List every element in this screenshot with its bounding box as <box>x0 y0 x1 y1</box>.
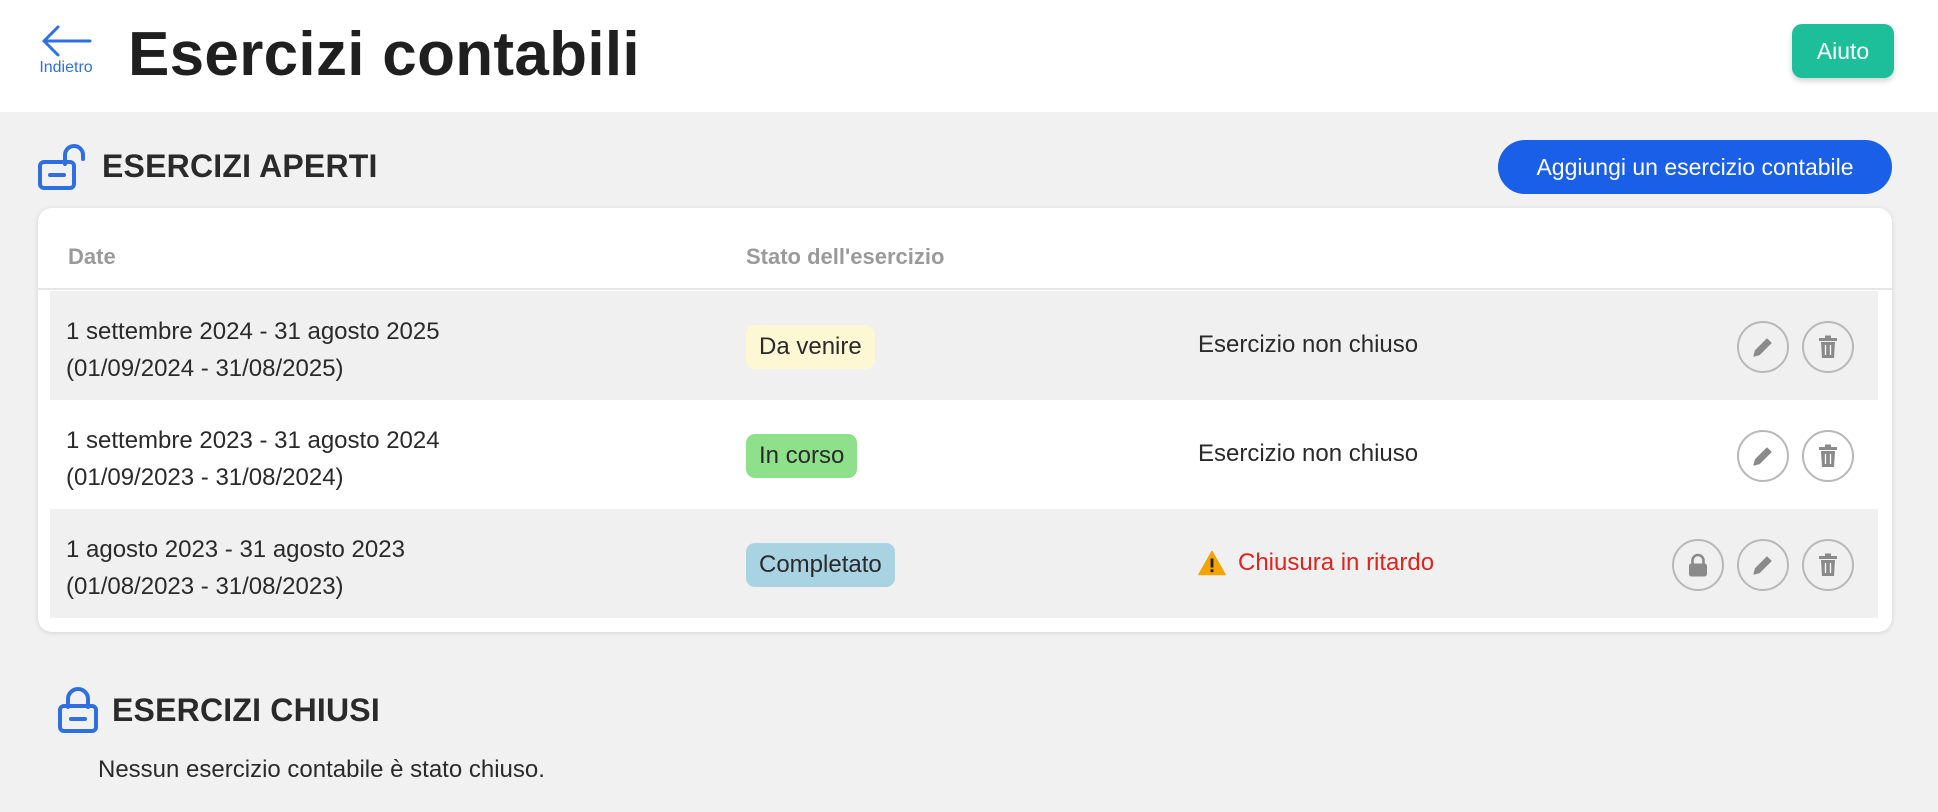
open-section-header: ESERCIZI APERTI <box>38 140 378 192</box>
row-date-short: (01/09/2024 - 31/08/2025) <box>66 355 344 382</box>
help-button[interactable]: Aiuto <box>1792 24 1894 78</box>
page-title: Esercizi contabili <box>128 20 640 89</box>
closing-status: Esercizio non chiuso <box>1198 331 1419 358</box>
lock-icon <box>1689 553 1707 577</box>
top-bar: Indietro Esercizi contabili Aiuto <box>0 0 1938 112</box>
closing-status-text: Chiusura in ritardo <box>1238 549 1435 576</box>
table-row: 1 settembre 2023 - 31 agosto 2024 (01/09… <box>50 400 1878 509</box>
table-row: 1 settembre 2024 - 31 agosto 2025 (01/09… <box>50 291 1878 400</box>
column-header-date: Date <box>68 244 116 269</box>
status-badge: In corso <box>746 434 858 478</box>
pencil-icon <box>1753 556 1772 575</box>
locked-padlock-icon <box>58 687 98 733</box>
table-header: Date Stato dell'esercizio <box>38 208 1892 290</box>
open-fiscal-years-table: Date Stato dell'esercizio 1 settembre 20… <box>38 208 1892 632</box>
row-date-long: 1 agosto 2023 - 31 agosto 2023 <box>66 536 405 563</box>
unlocked-padlock-icon <box>38 144 85 190</box>
edit-button[interactable] <box>1737 539 1789 591</box>
closing-status-late: Chiusura in ritardo <box>1198 545 1434 581</box>
status-badge: Completato <box>746 543 895 587</box>
empty-closed-message: Nessun esercizio contabile è stato chius… <box>98 756 545 783</box>
column-header-status: Stato dell'esercizio <box>746 244 945 269</box>
edit-button[interactable] <box>1737 430 1789 482</box>
row-date-long: 1 settembre 2024 - 31 agosto 2025 <box>66 318 440 345</box>
row-date: 1 settembre 2024 - 31 agosto 2025 (01/09… <box>66 313 440 387</box>
arrow-left-icon <box>42 25 92 57</box>
table-row: 1 agosto 2023 - 31 agosto 2023 (01/08/20… <box>50 509 1878 618</box>
row-date-short: (01/09/2023 - 31/08/2024) <box>66 464 344 491</box>
row-date: 1 agosto 2023 - 31 agosto 2023 (01/08/20… <box>66 531 405 605</box>
pencil-icon <box>1753 338 1772 357</box>
open-section-title: ESERCIZI APERTI <box>102 147 378 184</box>
row-date: 1 settembre 2023 - 31 agosto 2024 (01/09… <box>66 422 440 496</box>
status-badge: Da venire <box>746 325 875 369</box>
row-actions <box>1724 430 1854 482</box>
back-label: Indietro <box>39 59 93 76</box>
close-fiscal-year-button[interactable] <box>1672 539 1724 591</box>
row-date-short: (01/08/2023 - 31/08/2023) <box>66 573 344 600</box>
closed-section-title: ESERCIZI CHIUSI <box>112 691 380 728</box>
warning-icon <box>1198 550 1226 576</box>
delete-button[interactable] <box>1802 539 1854 591</box>
add-fiscal-year-button[interactable]: Aggiungi un esercizio contabile <box>1498 140 1892 194</box>
closed-section-header: ESERCIZI CHIUSI <box>58 684 380 736</box>
trash-icon <box>1819 553 1837 576</box>
back-button[interactable]: Indietro <box>34 24 98 88</box>
row-actions <box>1659 539 1854 591</box>
edit-button[interactable] <box>1737 321 1789 373</box>
trash-icon <box>1819 444 1837 467</box>
pencil-icon <box>1753 447 1772 466</box>
row-actions <box>1724 321 1854 373</box>
trash-icon <box>1819 335 1837 358</box>
delete-button[interactable] <box>1802 430 1854 482</box>
closing-status: Esercizio non chiuso <box>1198 440 1419 467</box>
row-date-long: 1 settembre 2023 - 31 agosto 2024 <box>66 427 440 454</box>
delete-button[interactable] <box>1802 321 1854 373</box>
